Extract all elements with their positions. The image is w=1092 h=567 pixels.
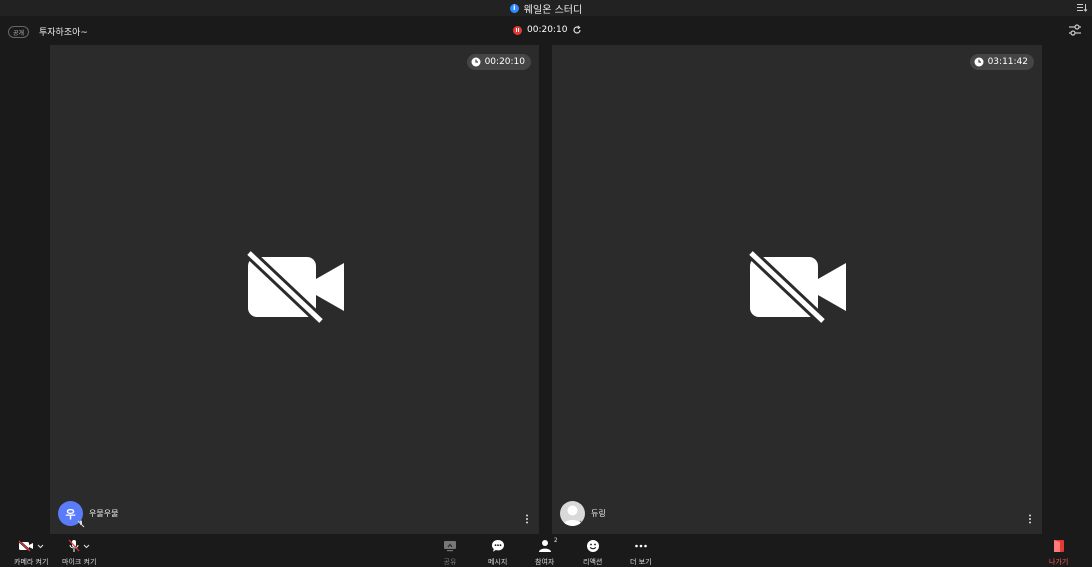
recording-time: 00:20:10 bbox=[527, 25, 568, 35]
camera-toggle-button[interactable]: 카메라 켜기 bbox=[14, 538, 48, 567]
more-vertical-icon[interactable] bbox=[525, 514, 529, 524]
avatar: 우 bbox=[58, 501, 85, 528]
participant-name: 듀링 bbox=[591, 509, 606, 518]
settings-sliders-icon[interactable] bbox=[1068, 24, 1082, 36]
camera-toggle-label: 카메라 켜기 bbox=[14, 558, 49, 566]
leave-label: 나가기 bbox=[1049, 558, 1069, 566]
meeting-header: 공개 투자하조아~ 00:20:10 bbox=[0, 16, 1092, 45]
mic-toggle-label: 마이크 켜기 bbox=[62, 558, 97, 566]
message-button[interactable]: 메시지 bbox=[488, 538, 507, 567]
mic-off-icon bbox=[579, 520, 585, 526]
record-pause-icon[interactable] bbox=[513, 25, 522, 35]
participant-info: 우 우물우물 bbox=[58, 501, 119, 528]
avatar bbox=[560, 501, 585, 526]
reaction-button[interactable]: 리액션 bbox=[583, 538, 602, 567]
chevron-down-icon[interactable] bbox=[83, 544, 90, 549]
mic-off-icon bbox=[77, 520, 85, 528]
participants-label: 참여자 bbox=[535, 558, 555, 566]
mic-off-icon bbox=[68, 539, 80, 552]
camera-off-icon bbox=[244, 248, 344, 325]
camera-off-icon bbox=[18, 540, 34, 552]
participant-name: 우물우물 bbox=[89, 509, 119, 518]
smile-icon bbox=[586, 540, 599, 552]
more-horizontal-icon bbox=[634, 544, 647, 548]
avatar-initial: 우 bbox=[65, 507, 76, 521]
chat-icon bbox=[491, 540, 504, 552]
clock-icon bbox=[471, 57, 481, 67]
participant-timer: 00:20:10 bbox=[466, 54, 531, 70]
participants-button[interactable]: 2 참여자 bbox=[535, 537, 558, 567]
video-tile-2[interactable]: 03:11:42 듀링 bbox=[552, 45, 1042, 534]
window-title-bar: i 웨일온 스터디 bbox=[0, 0, 1092, 16]
refresh-icon[interactable] bbox=[572, 25, 582, 35]
bottom-toolbar: 카메라 켜기 마이크 켜기 공유 메시지 2 참여자 리액션 더 보기 나가기 bbox=[0, 534, 1092, 567]
participant-timer: 03:11:42 bbox=[969, 54, 1034, 70]
person-icon bbox=[538, 540, 551, 552]
share-label: 공유 bbox=[443, 558, 457, 566]
leave-button[interactable]: 나가기 bbox=[1049, 538, 1068, 567]
meeting-title: 투자하조아~ bbox=[39, 28, 88, 38]
participant-info: 듀링 bbox=[560, 501, 606, 526]
more-vertical-icon[interactable] bbox=[1028, 514, 1032, 524]
visibility-badge: 공개 bbox=[8, 26, 30, 38]
mic-toggle-button[interactable]: 마이크 켜기 bbox=[62, 538, 96, 567]
leave-door-icon bbox=[1053, 540, 1064, 552]
timer-text: 00:20:10 bbox=[484, 57, 525, 67]
timer-text: 03:11:42 bbox=[987, 57, 1028, 67]
recording-status: 00:20:10 bbox=[513, 25, 582, 35]
message-label: 메시지 bbox=[488, 558, 508, 566]
info-icon[interactable]: i bbox=[509, 3, 519, 13]
camera-off-icon bbox=[747, 248, 846, 325]
more-label: 더 보기 bbox=[630, 558, 652, 566]
window-title: i 웨일온 스터디 bbox=[509, 1, 583, 16]
window-title-text: 웨일온 스터디 bbox=[523, 4, 583, 16]
chevron-down-icon[interactable] bbox=[37, 544, 44, 549]
share-button[interactable]: 공유 bbox=[443, 538, 457, 567]
share-screen-icon bbox=[444, 541, 456, 552]
participants-count: 2 bbox=[553, 537, 558, 544]
expand-icon[interactable] bbox=[1076, 2, 1088, 14]
more-button[interactable]: 더 보기 bbox=[630, 538, 652, 567]
clock-icon bbox=[974, 57, 984, 67]
video-tile-1[interactable]: 00:20:10 우 우물우물 bbox=[50, 45, 539, 534]
reaction-label: 리액션 bbox=[583, 558, 603, 566]
